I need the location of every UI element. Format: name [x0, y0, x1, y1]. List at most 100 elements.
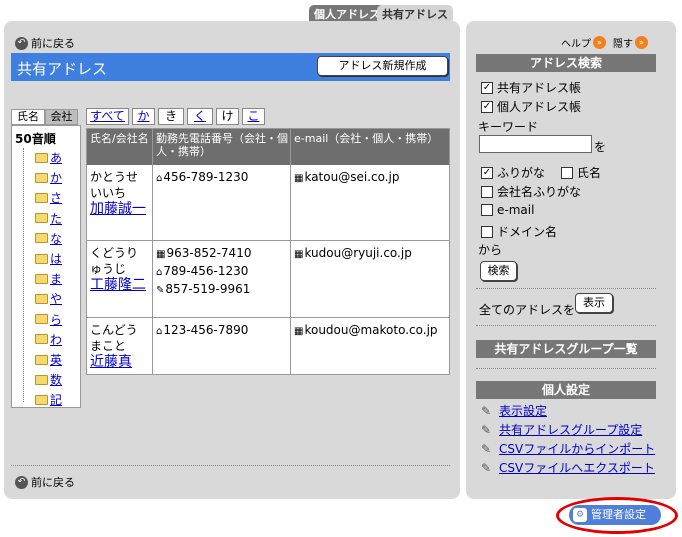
tab-personal-address[interactable]: 個人アドレス	[309, 5, 385, 21]
kana-index-item[interactable]: ら	[35, 311, 62, 328]
shared-book-checkbox[interactable]: ✓ 共有アドレス帳	[481, 79, 581, 96]
kana-index-label[interactable]: ら	[50, 311, 62, 328]
csv-import-link[interactable]: ✎ CSVファイルからインポート	[481, 440, 655, 457]
search-button[interactable]: 検索	[480, 261, 517, 281]
personal-book-checkbox[interactable]: ✓ 個人アドレス帳	[481, 98, 581, 115]
show-all-button[interactable]: 表示	[575, 293, 613, 313]
group-list-heading[interactable]: 共有アドレスグループ一覧	[476, 340, 656, 358]
kana-index-item[interactable]: た	[35, 210, 62, 227]
kana-index-label[interactable]: 英	[50, 351, 62, 368]
kana-index-label[interactable]: か	[50, 169, 62, 186]
checkbox-label: 会社名ふりがな	[497, 185, 582, 199]
kana-tab-all[interactable]: すべて	[86, 108, 129, 125]
checkbox-label: 共有アドレス帳	[497, 81, 582, 95]
kana-tab-ka-label[interactable]: か	[137, 109, 149, 123]
tab-shared-address[interactable]: 共有アドレス	[377, 5, 453, 21]
kana-index-item[interactable]: わ	[35, 331, 62, 348]
kana-index-item[interactable]: か	[35, 169, 62, 186]
kana-index-label[interactable]: わ	[50, 331, 62, 348]
row-email: ▦koudou@makoto.co.jp	[291, 319, 449, 343]
kana-tab-ko-label[interactable]: こ	[247, 109, 259, 123]
kana-index-item[interactable]: 記	[35, 391, 62, 408]
help-link[interactable]: ヘルプ »	[561, 35, 606, 50]
row-name-link[interactable]: 工藤隆二	[90, 277, 146, 293]
link-label[interactable]: CSVファイルからインポート	[499, 440, 655, 457]
kana-index-item[interactable]: や	[35, 290, 62, 307]
checkbox-icon: ✓	[481, 166, 493, 179]
personal-phone-icon: ⌂	[156, 326, 163, 337]
kana-index-label[interactable]: た	[50, 210, 62, 227]
link-label[interactable]: CSVファイルへエクスポート	[499, 459, 655, 476]
keyword-input[interactable]	[479, 135, 592, 153]
phone-value: 857-519-9961	[165, 282, 251, 296]
kana-index-item[interactable]: あ	[35, 149, 62, 166]
divider	[476, 325, 656, 326]
back-label: 前に戻る	[31, 476, 75, 489]
back-arrow-icon: ↶	[15, 475, 28, 489]
kana-index-item[interactable]: さ	[35, 189, 62, 206]
kana-tab-ko[interactable]: こ	[242, 108, 265, 125]
folder-icon	[35, 253, 48, 264]
hide-arrow-icon: »	[635, 36, 648, 49]
phone-value: 963-852-7410	[166, 246, 252, 260]
kana-index-label[interactable]: さ	[50, 189, 62, 206]
row-email: ▦katou@sei.co.jp	[291, 166, 449, 190]
hide-link[interactable]: 隠す »	[613, 35, 648, 50]
link-label[interactable]: 共有アドレスグループ設定	[499, 421, 642, 438]
back-link-bottom[interactable]: ↶ 前に戻る	[15, 474, 75, 490]
kana-index-label[interactable]: あ	[50, 149, 62, 166]
furigana-checkbox[interactable]: ✓ ふりがな	[481, 164, 545, 181]
help-arrow-icon: »	[593, 36, 606, 49]
col-header-phone: 勤務先電話番号（会社・個人・携帯）	[153, 129, 291, 165]
company-email-icon: ▦	[294, 249, 304, 260]
link-label[interactable]: 表示設定	[499, 402, 547, 419]
checkbox-label: 個人アドレス帳	[497, 100, 582, 114]
email-checkbox[interactable]: e-mail	[481, 203, 534, 217]
kana-index-item[interactable]: な	[35, 230, 62, 247]
kana-tab-ka[interactable]: か	[132, 108, 155, 125]
personal-settings-heading: 個人設定	[476, 381, 656, 399]
kana-tab-ki-label: き	[164, 109, 177, 123]
personal-phone-icon: ⌂	[156, 267, 163, 278]
csv-export-link[interactable]: ✎ CSVファイルへエクスポート	[481, 459, 655, 476]
kana-index-item[interactable]: は	[35, 250, 62, 267]
domain-checkbox[interactable]: ドメイン名	[481, 223, 557, 240]
title-bar: 共有アドレス アドレス新規作成	[11, 53, 450, 81]
back-link-top[interactable]: ↶ 前に戻る	[15, 35, 75, 51]
kana-tab-ku-label[interactable]: く	[194, 109, 206, 123]
company-phone-icon: ⌂	[156, 173, 163, 184]
search-heading: アドレス検索	[476, 54, 656, 72]
row-kana: かとうせいいち	[90, 170, 139, 200]
kana-tab-ke-label: け	[221, 109, 234, 123]
folder-icon	[35, 192, 48, 203]
divider	[476, 288, 656, 289]
phone-value: 456-789-1230	[163, 170, 249, 184]
kana-tab-ki[interactable]: き	[158, 108, 184, 125]
kana-index-item[interactable]: 数	[35, 371, 62, 388]
index-tab-name[interactable]: 氏名	[11, 109, 45, 125]
kana-index-label[interactable]: ま	[50, 270, 62, 287]
kana-index-label[interactable]: は	[50, 250, 62, 267]
row-name-link[interactable]: 加藤誠一	[90, 201, 146, 217]
kana-index-label[interactable]: 数	[50, 371, 62, 388]
kana-tab-ke[interactable]: け	[216, 108, 239, 125]
mobile-phone-icon: ✎	[156, 285, 165, 296]
new-address-button[interactable]: アドレス新規作成	[317, 56, 448, 76]
email-value: koudou@makoto.co.jp	[304, 323, 438, 337]
kana-tab-all-label[interactable]: すべて	[90, 109, 125, 123]
kana-tab-ku[interactable]: く	[187, 108, 213, 125]
group-settings-link[interactable]: ✎ 共有アドレスグループ設定	[481, 421, 642, 438]
kana-index-label[interactable]: や	[50, 290, 62, 307]
name-checkbox[interactable]: 氏名	[561, 164, 601, 181]
index-tab-company[interactable]: 会社	[45, 109, 78, 125]
phone-value: 123-456-7890	[163, 323, 249, 337]
kana-index-label[interactable]: な	[50, 230, 62, 247]
kana-index-label[interactable]: 記	[50, 391, 62, 408]
kana-index-item[interactable]: 英	[35, 351, 62, 368]
kana-index-item[interactable]: ま	[35, 270, 62, 287]
company-email-icon: ▦	[294, 173, 304, 184]
display-settings-link[interactable]: ✎ 表示設定	[481, 402, 547, 419]
divider	[11, 465, 450, 466]
row-name-link[interactable]: 近藤真	[90, 354, 132, 370]
company-furigana-checkbox[interactable]: 会社名ふりがな	[481, 183, 581, 200]
